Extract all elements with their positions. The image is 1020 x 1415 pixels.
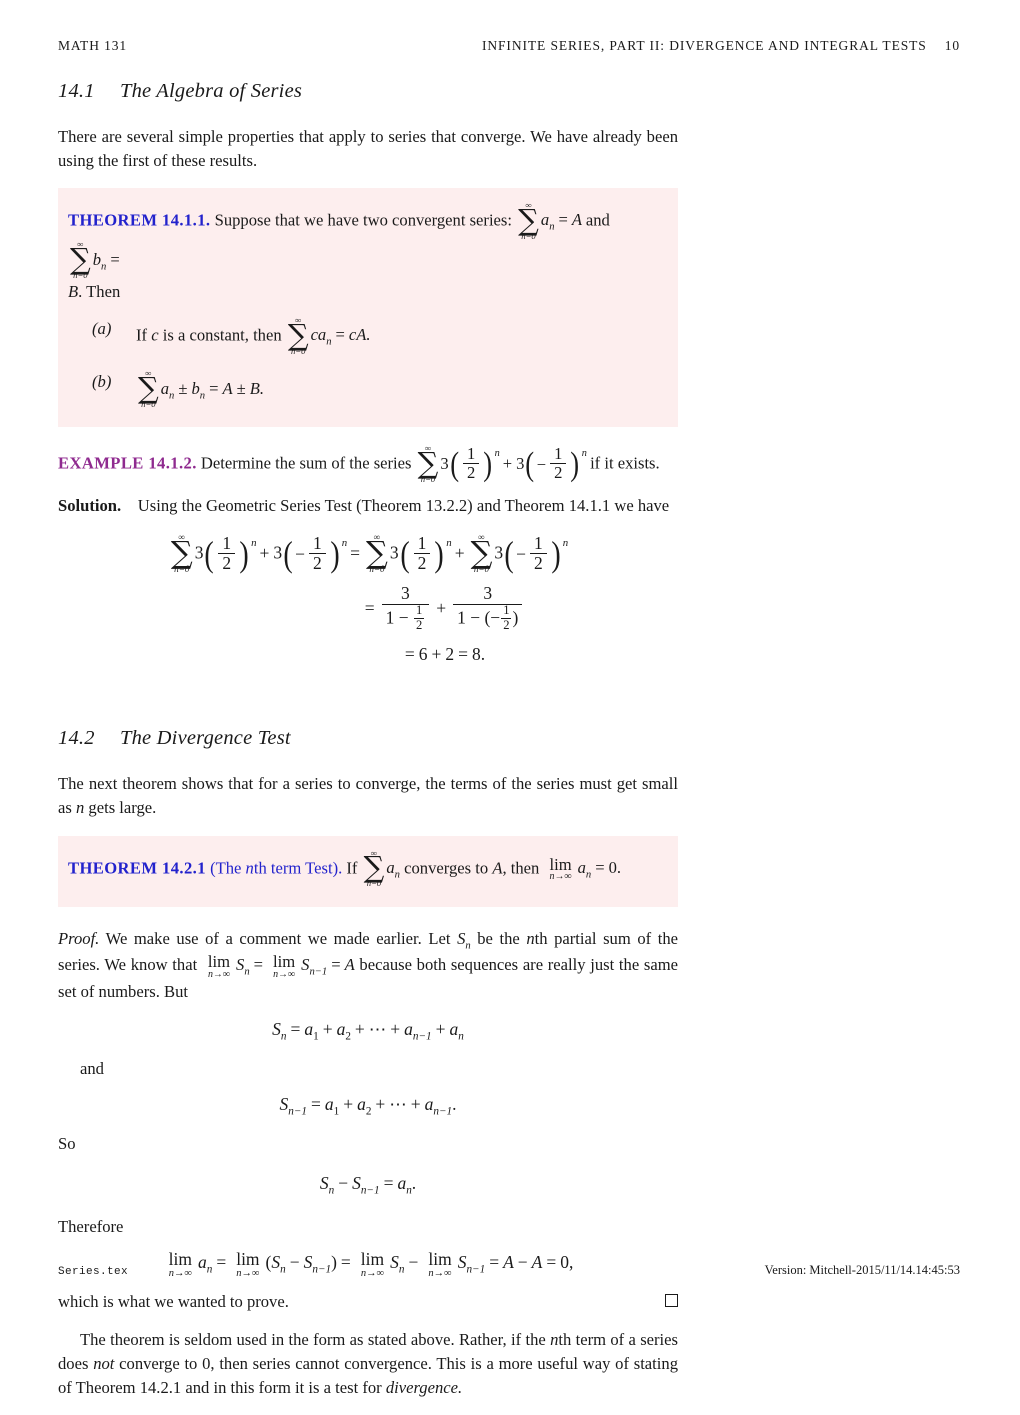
section-number-14-1: 14.1	[58, 80, 95, 102]
item-a-lead: If	[136, 325, 148, 345]
item-a-mid: is a constant, then	[162, 325, 282, 345]
footer-filename: Series.tex	[58, 1266, 129, 1278]
section-14-2-intro: The next theorem shows that for a series…	[58, 774, 678, 818]
solution-label: Solution.	[58, 496, 122, 516]
example-14-1-2-label: EXAMPLE 14.1.2.	[58, 453, 197, 473]
and-text: and	[80, 1058, 104, 1078]
display-equation-geometric: ∞ ∑ n=0 3(1 2) n +3(−1 2) n = ∞ ∑ n=0 3(1 2) n + ∞ ∑ n=0 3(−…	[58, 531, 678, 666]
example-14-1-2-text-before: Determine the sum of the series	[200, 453, 412, 473]
theorem-then: .	[78, 282, 83, 302]
running-head-left: MATH 131	[58, 38, 128, 53]
theorem-14-1-1-series-a: ∞ ∑ n=0 an = A	[518, 200, 582, 241]
sum-lower-limit: n=0	[521, 230, 536, 241]
display-eq-difference: Sn − Sn−1 = an.	[319, 1173, 417, 1197]
theorem-14-2-1-mid: converges to A, then	[404, 857, 540, 877]
section-14-1-intro: There are several simple properties that…	[58, 127, 678, 170]
example-14-1-2: EXAMPLE 14.1.2. Determine the sum of the…	[58, 443, 678, 484]
theorem-14-2-1-statement: THEOREM 14.2.1 (The nth term Test). If ∞…	[68, 847, 660, 889]
section-heading-14-1: 14.1 The Algebra of Series	[58, 80, 678, 103]
theorem-then-text: Then	[86, 282, 121, 302]
series-b-sum: B	[68, 282, 79, 302]
document-page: MATH 131 INFINITE SERIES, PART II: DIVER…	[0, 0, 1020, 1397]
display-eq-line-3: = 6 +2 = 8.	[404, 644, 486, 665]
page-footer: Series.tex Version: Mitchell-2015/11/14.…	[58, 1263, 960, 1278]
theorem-14-1-1-label: THEOREM 14.1.1.	[68, 210, 211, 230]
so-text: So	[58, 1133, 76, 1153]
emphasis-not: not	[93, 1353, 115, 1373]
theorem-14-1-1-statement: THEOREM 14.1.1. Suppose that we have two…	[68, 200, 660, 305]
theorem-item-a: (a) If c is a constant, then ∞ ∑ n=0 can = cA…	[68, 315, 660, 356]
theorem-14-2-1-series: ∞ ∑ n=0 an	[363, 847, 400, 889]
body-column: 14.1 The Algebra of Series There are sev…	[58, 80, 678, 1415]
result-first: 6	[418, 644, 428, 665]
theorem-box-14-1-1: THEOREM 14.1.1. Suppose that we have two…	[58, 188, 678, 428]
footer-version: Version: Mitchell-2015/11/14.14:45:53	[764, 1263, 960, 1277]
theorem-14-1-1-lead: Suppose that we have two convergent seri…	[214, 210, 512, 230]
display-eq-line-1: ∞ ∑ n=0 3(1 2) n +3(−1 2) n = ∞ ∑ n=0 3(1 2) n + ∞ ∑ n=0 3(−…	[170, 531, 569, 575]
therefore-text: Therefore	[58, 1216, 124, 1236]
emphasis-divergence: divergence.	[385, 1377, 463, 1397]
item-b-expression: ∞ ∑ n=0 an ± bn = A ± B.	[138, 368, 264, 409]
solution-text: Using the Geometric Series Test (Theorem…	[137, 496, 670, 516]
theorem-item-b-tag: (b)	[92, 372, 112, 392]
example-14-1-2-text-after: if it exists.	[590, 453, 660, 473]
theorem-14-2-1-label: THEOREM 14.2.1	[68, 857, 206, 877]
section-title-14-1: The Algebra of Series	[120, 80, 303, 102]
theorem-14-1-1-items: (a) If c is a constant, then ∞ ∑ n=0 can = cA…	[68, 315, 660, 409]
series-b-term: b	[92, 249, 102, 269]
theorem-14-2-1-paren: (The nth term Test).	[210, 857, 343, 877]
display-eq-line-2: = 3 1 − 1 2 +3 1 − (− 1 2)	[58, 584, 678, 634]
section-number-14-2: 14.2	[58, 727, 95, 750]
page-number: 10	[944, 38, 960, 53]
theorem-item-a-tag: (a)	[92, 319, 112, 339]
theorem-14-1-1-series-b: ∞ ∑ n=0 bn =	[70, 239, 120, 280]
example-14-1-2-series: ∞ ∑ n=0 3(1 2) n +3(−1 2) n	[417, 443, 587, 484]
series-a-sum: A	[571, 210, 582, 230]
proof-and: and	[58, 1057, 678, 1081]
proof-closing-text: which is what we wanted to prove.	[58, 1292, 289, 1312]
theorem-14-1-1-conj: and	[585, 210, 610, 230]
closing-paragraph: The theorem is seldom used in the form a…	[58, 1330, 678, 1397]
running-head-right: INFINITE SERIES, PART II: DIVERGENCE AND…	[482, 38, 960, 54]
proof-label: Proof.	[58, 928, 100, 948]
theorem-14-2-1-if: If	[346, 857, 358, 877]
variable-n: n	[75, 798, 85, 818]
theorem-14-2-1-limit: lim n→∞ an = 0.	[549, 854, 622, 883]
item-a-expression: ∞ ∑ n=0 can = cA.	[287, 315, 371, 356]
running-head: MATH 131 INFINITE SERIES, PART II: DIVER…	[58, 38, 960, 54]
qed-box-icon	[665, 1294, 678, 1308]
example-solution: Solution. Using the Geometric Series Tes…	[58, 494, 678, 518]
theorem-item-a-text: If c is a constant, then ∞ ∑ n=0 can = cA.	[136, 315, 660, 356]
proof-closing-row: which is what we wanted to prove.	[58, 1292, 678, 1312]
theorem-item-b: (b) ∞ ∑ n=0 an ± bn = A ± B.	[68, 368, 660, 409]
display-eq-sn-minus-1: Sn−1 = a1 + a2 + ⋯ + an−1.	[279, 1094, 457, 1118]
series-a-term: a	[540, 210, 550, 230]
result-second: 2	[445, 644, 455, 665]
display-eq-sn: Sn = a1 + a2 + ⋯ + an−1 + an	[272, 1019, 464, 1043]
proof-therefore: Therefore	[58, 1215, 678, 1239]
result-total: 8	[472, 644, 481, 665]
proof-so: So	[58, 1132, 678, 1156]
theorem-box-14-2-1: THEOREM 14.2.1 (The nth term Test). If ∞…	[58, 835, 678, 907]
section-heading-14-2: 14.2 The Divergence Test	[58, 727, 678, 750]
proof-paragraph: Proof. We make use of a comment we made …	[58, 928, 678, 1001]
theorem-item-b-text: ∞ ∑ n=0 an ± bn = A ± B.	[136, 368, 660, 409]
section-title-14-2: The Divergence Test	[120, 727, 291, 750]
running-head-title: INFINITE SERIES, PART II: DIVERGENCE AND…	[481, 38, 927, 53]
item-a-var: c	[151, 325, 159, 345]
sum-lower-limit: n=0	[73, 269, 88, 280]
